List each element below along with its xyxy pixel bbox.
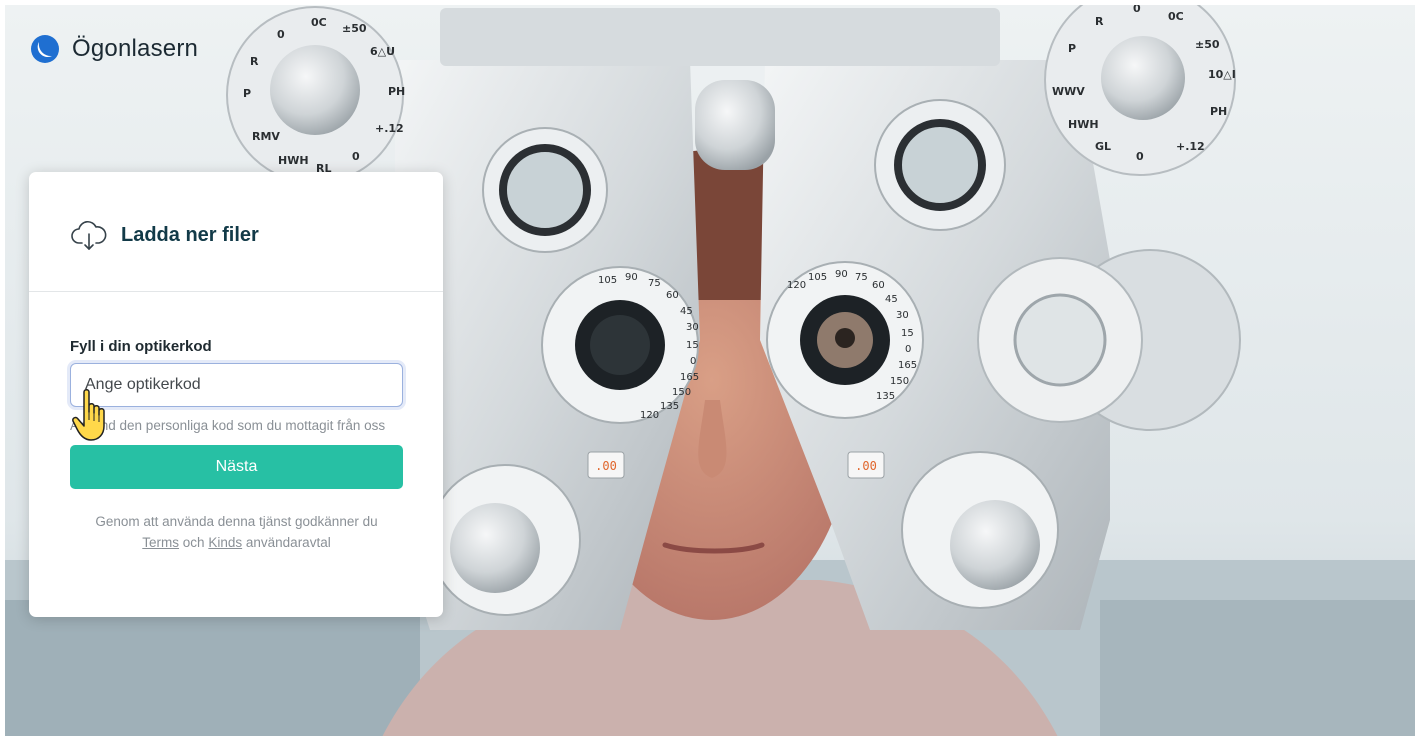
scale-label: 135	[660, 401, 679, 412]
dial-label: R	[250, 55, 259, 68]
scale-label: 135	[876, 391, 895, 402]
dial-label: HWH	[278, 154, 309, 167]
input-wrap	[70, 363, 403, 407]
scale-label: 30	[896, 310, 909, 321]
terms-outro: användaravtal	[245, 535, 331, 550]
scale-label: 0	[905, 344, 911, 355]
terms-text: Genom att använda denna tjänst godkänner…	[70, 511, 403, 553]
dial-label: 0	[1136, 150, 1144, 163]
brand-name: Ögonlasern	[72, 35, 199, 62]
brand[interactable]: Ögonlasern	[30, 34, 198, 64]
kinds-link[interactable]: Kinds	[208, 535, 242, 550]
crescent-logo-icon	[31, 35, 59, 63]
scale-label: 60	[872, 280, 885, 291]
scale-label: 105	[808, 272, 827, 283]
dial-label: P	[243, 87, 251, 100]
scale-label: 30	[686, 322, 699, 333]
terms-intro: Genom att använda denna tjänst godkänner…	[95, 514, 378, 529]
dial-label: +.12	[375, 122, 404, 135]
dial-label: HWH	[1068, 118, 1099, 131]
field-label: Fyll i din optikerkod	[70, 338, 212, 355]
scale-label: 105	[598, 275, 617, 286]
scale-label: 0	[690, 356, 696, 367]
dial-label: 6△U	[370, 45, 395, 58]
dial-label: 0	[1133, 2, 1141, 15]
card-header: Ladda ner filer	[29, 172, 443, 292]
scale-label: 15	[686, 340, 699, 351]
dial-label: PH	[388, 85, 405, 98]
dial-label: 0	[352, 150, 360, 163]
scale-label: 75	[648, 278, 661, 289]
optician-code-input[interactable]	[70, 363, 403, 407]
scale-label: 75	[855, 272, 868, 283]
dial-label: +.12	[1176, 140, 1205, 153]
dial-label: WWV	[1052, 85, 1085, 98]
dial-label: 0C	[1168, 10, 1184, 23]
hand-pointer-icon	[72, 389, 105, 441]
dial-label: R	[1095, 15, 1104, 28]
dial-label: 10△I	[1208, 68, 1236, 81]
dial-label: GL	[1095, 140, 1111, 153]
card-title: Ladda ner filer	[121, 224, 259, 246]
scale-label: 150	[672, 387, 691, 398]
terms-link[interactable]: Terms	[142, 535, 179, 550]
dial-label: 0C	[311, 16, 327, 29]
dial-label: P	[1068, 42, 1076, 55]
scale-label: 90	[835, 269, 848, 280]
scale-label: 45	[885, 294, 898, 305]
scale-label: 90	[625, 272, 638, 283]
help-text: Använd den personliga kod som du mottagi…	[70, 418, 386, 433]
terms-och: och	[182, 535, 205, 550]
dial-label: PH	[1210, 105, 1227, 118]
scale-label: 120	[787, 280, 806, 291]
scale-label: 45	[680, 306, 693, 317]
scale-label: 120	[640, 410, 659, 421]
scale-label: 15	[901, 328, 914, 339]
scale-label: 60	[666, 290, 679, 301]
dial-label: ±50	[342, 22, 367, 35]
dial-label: ±50	[1195, 38, 1220, 51]
dial-label: 0	[277, 28, 285, 41]
cloud-download-icon	[71, 220, 107, 250]
left-readout: .00	[595, 459, 617, 473]
next-button[interactable]: Nästa	[70, 445, 403, 489]
scale-label: 165	[898, 360, 917, 371]
dial-label: RMV	[252, 130, 280, 143]
right-readout: .00	[855, 459, 877, 473]
scale-label: 150	[890, 376, 909, 387]
scale-label: 165	[680, 372, 699, 383]
